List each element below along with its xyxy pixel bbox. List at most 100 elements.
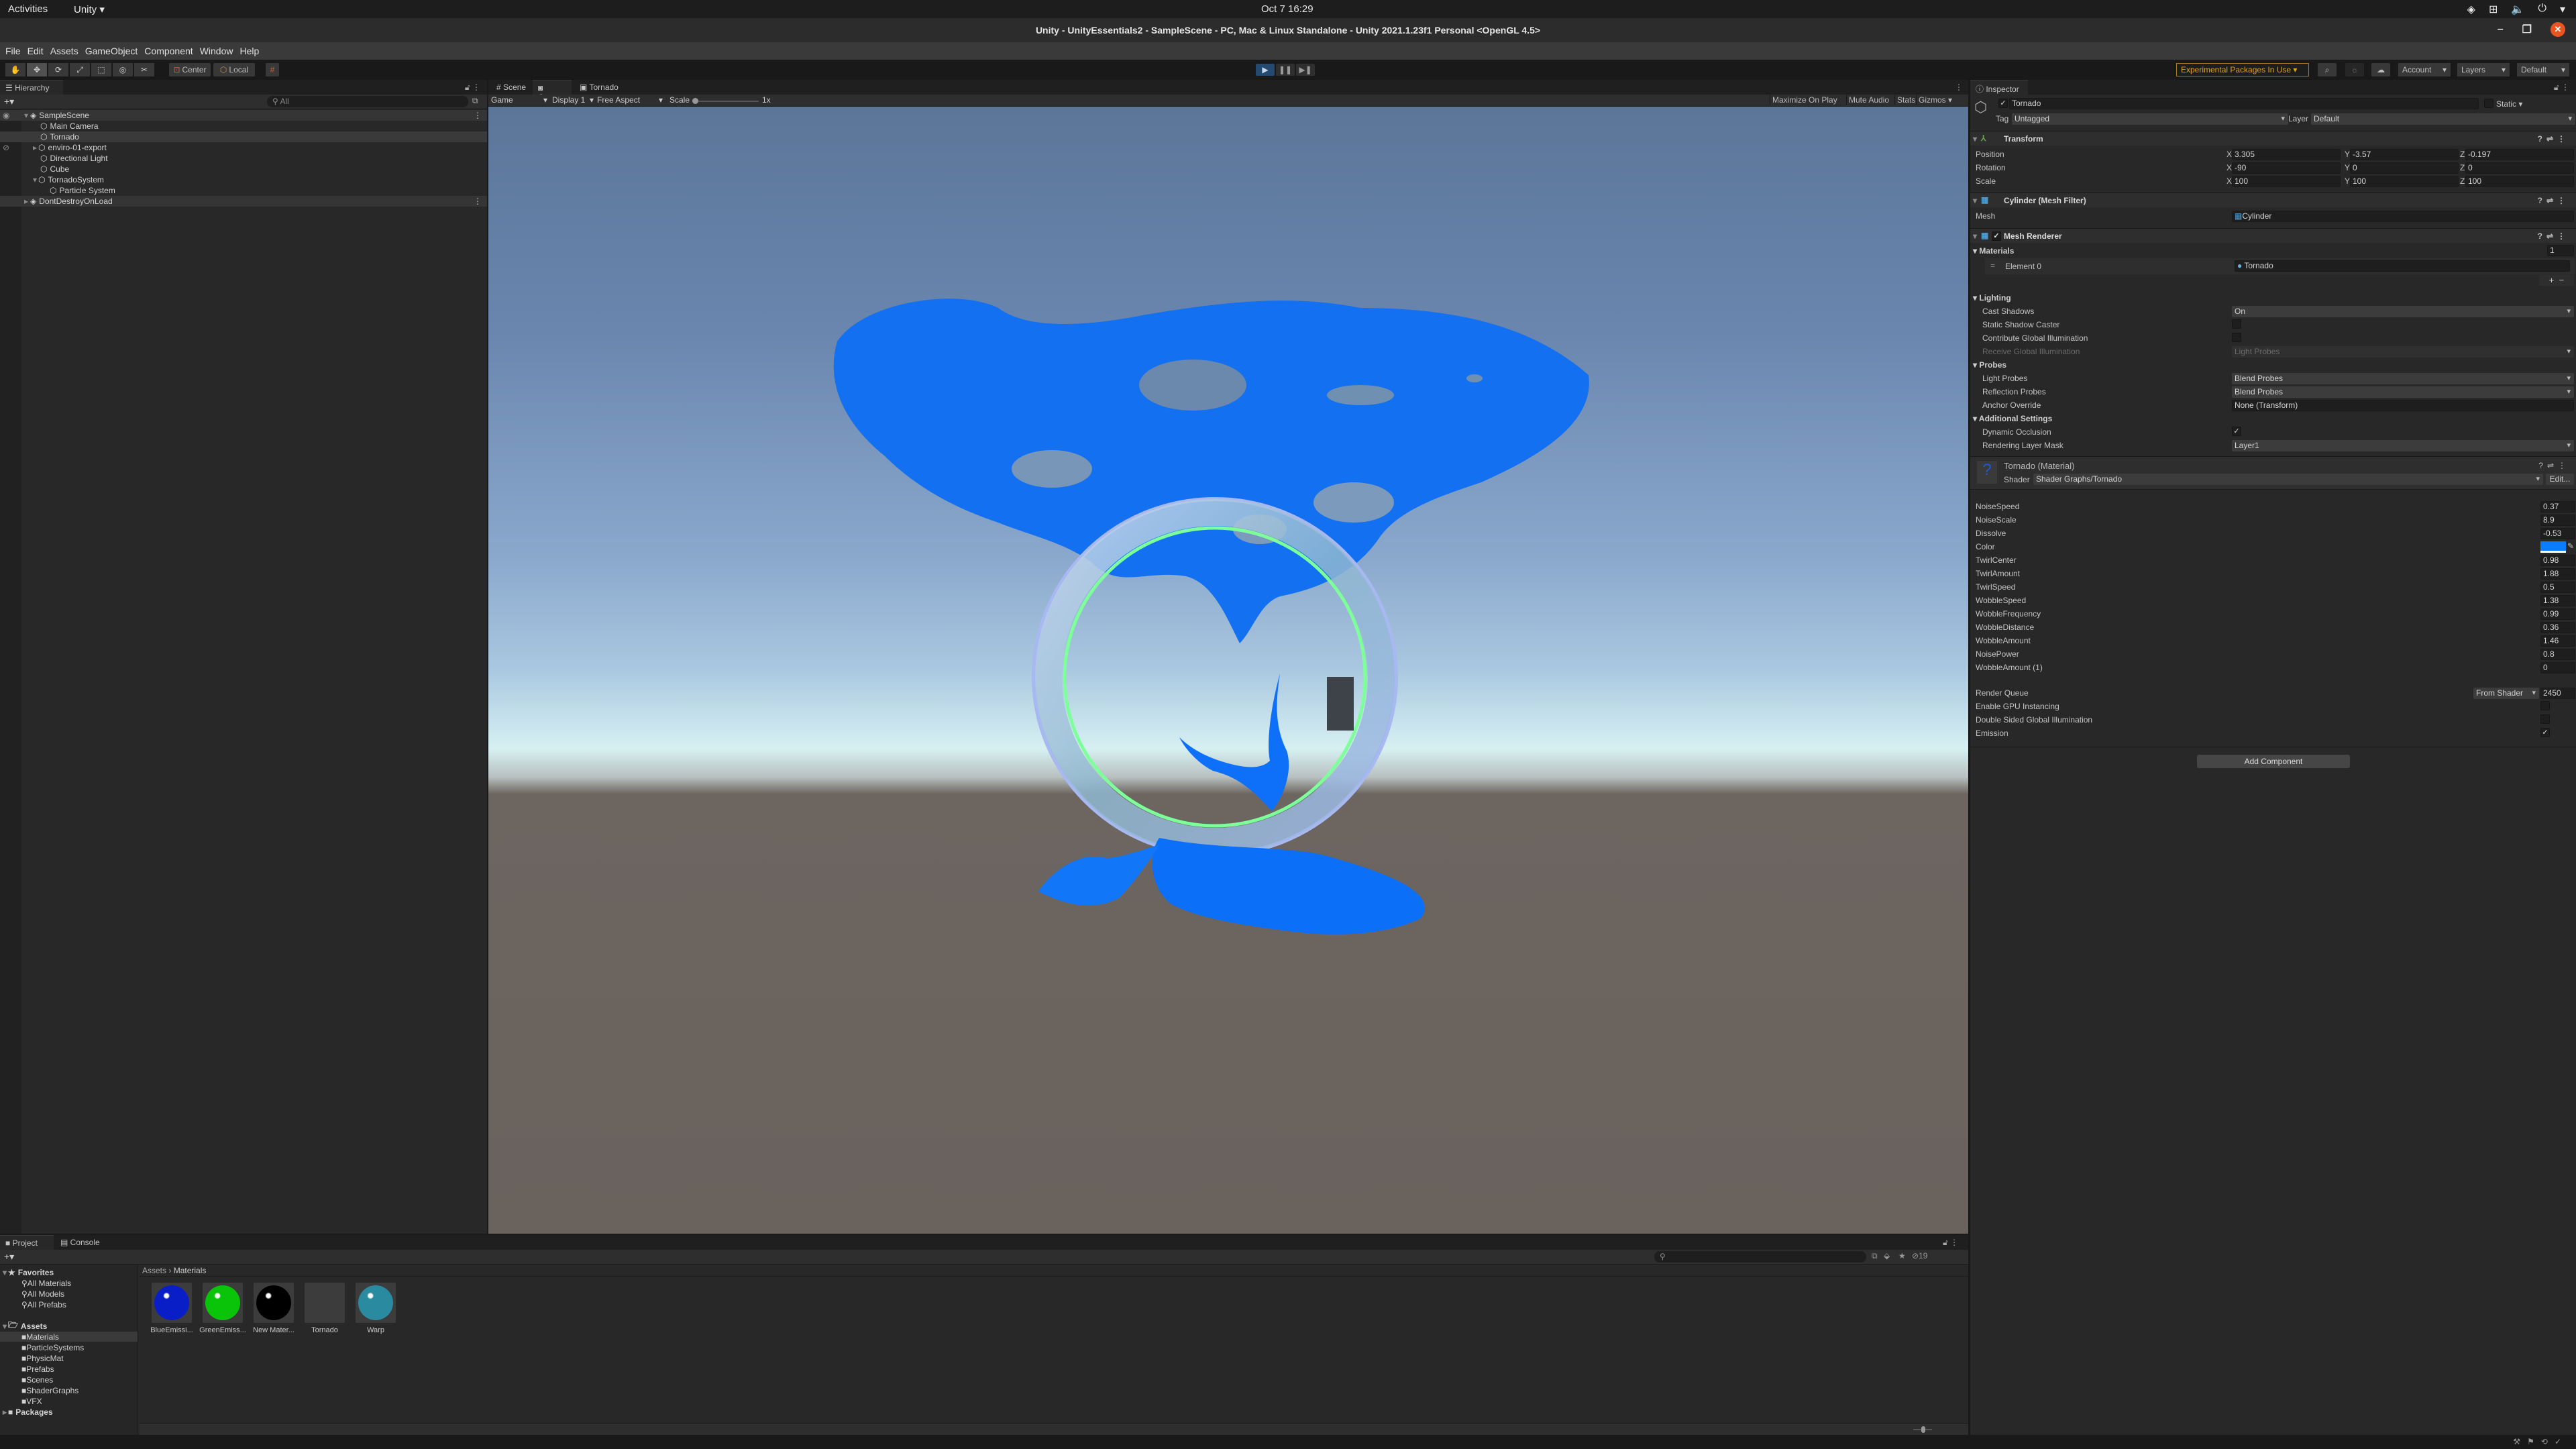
- menu-assets[interactable]: Assets: [49, 46, 84, 56]
- object-name-field[interactable]: Tornado: [2009, 98, 2479, 109]
- static-label[interactable]: Static ▾: [2496, 99, 2522, 109]
- material-property-field[interactable]: 0.37: [2540, 501, 2575, 513]
- layout-dropdown[interactable]: Default ▾: [2517, 63, 2569, 76]
- clock[interactable]: Oct 7 16:29: [1261, 3, 1313, 15]
- move-tool-icon[interactable]: ✥: [27, 63, 47, 76]
- material-property-field[interactable]: 0.5: [2540, 582, 2575, 593]
- rotate-tool-icon[interactable]: ⟳: [48, 63, 68, 76]
- folder-item[interactable]: ■ ParticleSystems: [0, 1342, 138, 1352]
- element0-field[interactable]: ● Tornado: [2235, 260, 2570, 272]
- collab-icon[interactable]: ☼: [2345, 63, 2364, 76]
- color-swatch[interactable]: [2540, 541, 2566, 553]
- hierarchy-item-dontdestroyonload[interactable]: ▸ ◈ DontDestroyOnLoad ⋮: [0, 196, 487, 207]
- add-component-button[interactable]: Add Component: [2197, 755, 2350, 768]
- active-checkbox[interactable]: ✓: [1998, 99, 2008, 108]
- pause-button[interactable]: ❚❚: [1276, 64, 1295, 76]
- play-button[interactable]: ▶: [1256, 64, 1275, 76]
- static-shadow-checkbox[interactable]: [2232, 319, 2241, 329]
- position-x-field[interactable]: 3.305: [2232, 149, 2341, 160]
- more-icon[interactable]: ⋮: [474, 197, 482, 206]
- aspect-dropdown[interactable]: Free Aspect ▾: [597, 95, 663, 105]
- gpu-instancing-checkbox[interactable]: [2540, 701, 2550, 710]
- cast-shadows-dropdown[interactable]: On: [2232, 306, 2574, 317]
- lock-icon[interactable]: 🔓︎ ⋮: [465, 83, 480, 93]
- filter-by-type-icon[interactable]: ⧉: [1872, 1251, 1878, 1261]
- expand-arrow-icon[interactable]: ▸: [33, 143, 37, 152]
- materials-count-field[interactable]: 1: [2547, 245, 2574, 256]
- reflection-probes-dropdown[interactable]: Blend Probes: [2232, 386, 2574, 398]
- lighting-section[interactable]: ▾ Lighting: [1973, 293, 2011, 303]
- more-icon[interactable]: ⋮: [1955, 83, 1963, 92]
- asset-thumbnail[interactable]: [305, 1283, 345, 1323]
- transform-tool-icon[interactable]: ◎: [113, 63, 133, 76]
- menu-gameobject[interactable]: GameObject: [84, 46, 144, 56]
- favorites-section[interactable]: ▾ ★ Favorites: [0, 1267, 138, 1277]
- asset-thumbnail[interactable]: [152, 1283, 192, 1323]
- filter-by-label-icon[interactable]: ⬙: [1884, 1251, 1890, 1260]
- material-property-field[interactable]: 0.8: [2540, 649, 2575, 660]
- dynamic-occlusion-checkbox[interactable]: ✓: [2232, 427, 2241, 436]
- folder-item[interactable]: ■ Scenes: [0, 1375, 138, 1385]
- create-button[interactable]: +▾: [4, 96, 14, 107]
- thumbnail-size-slider[interactable]: [1913, 1426, 1932, 1433]
- gizmos-toggle[interactable]: Gizmos ▾: [1916, 95, 1952, 105]
- hierarchy-item[interactable]: ⊘ ▸ ⬡ enviro-01-export: [0, 142, 487, 153]
- layer-dropdown[interactable]: Default: [2311, 113, 2575, 125]
- system-tray[interactable]: ◈ ⊞ 🔈 ⏻ ▾: [2467, 3, 2565, 16]
- stats-toggle[interactable]: Stats: [1894, 95, 1915, 105]
- expand-arrow-icon[interactable]: ▾: [1973, 196, 1977, 205]
- display-dropdown[interactable]: Display 1 ▾: [552, 95, 594, 105]
- rotation-y-field[interactable]: 0: [2350, 162, 2459, 174]
- favorite-item[interactable]: ⚲ All Models: [0, 1289, 138, 1299]
- hierarchy-item[interactable]: ⬡ Directional Light: [0, 153, 487, 164]
- expand-arrow-icon[interactable]: ▾: [24, 111, 28, 120]
- visibility-gutter[interactable]: [0, 109, 21, 1234]
- hierarchy-item[interactable]: ▾ ⬡ TornadoSystem: [0, 174, 487, 185]
- material-property-field[interactable]: 0: [2540, 662, 2575, 674]
- scale-tool-icon[interactable]: ⤢: [70, 63, 90, 76]
- close-button[interactable]: ✕: [2551, 22, 2565, 37]
- expand-arrow-icon[interactable]: ▸: [24, 197, 28, 206]
- chevron-down-icon[interactable]: ▾: [2560, 3, 2565, 16]
- favorite-item[interactable]: ⚲ All Materials: [0, 1278, 138, 1288]
- add-remove-element-buttons[interactable]: + −: [2539, 275, 2574, 286]
- expand-arrow-icon[interactable]: ▾: [33, 175, 37, 184]
- more-icon[interactable]: ⋮: [474, 111, 482, 120]
- hierarchy-item[interactable]: ⬡ Main Camera: [0, 121, 487, 131]
- project-search-input[interactable]: ⚲: [1654, 1251, 1866, 1263]
- tab-console[interactable]: ▤ Console: [55, 1235, 109, 1250]
- pivot-center-button[interactable]: ⊡ Center: [169, 63, 211, 76]
- tab-tornado[interactable]: ▣ Tornado: [574, 80, 625, 95]
- game-mode-dropdown[interactable]: Game ▾: [491, 95, 547, 105]
- rendering-layer-dropdown[interactable]: Layer1: [2232, 440, 2574, 451]
- expand-arrow-icon[interactable]: ▾: [1973, 231, 1977, 241]
- lock-icon[interactable]: 🔓︎ ⋮: [1943, 1238, 1958, 1248]
- hierarchy-item[interactable]: ⬡ Particle System: [0, 185, 487, 196]
- mesh-renderer-header[interactable]: ▾ ▦ ✓ Mesh Renderer ?⇌⋮: [1970, 228, 2576, 243]
- breadcrumb-assets[interactable]: Assets: [142, 1266, 166, 1275]
- double-sided-gi-checkbox[interactable]: [2540, 714, 2550, 724]
- folder-item[interactable]: ■ Prefabs: [0, 1364, 138, 1374]
- expand-arrow-icon[interactable]: ▾: [1973, 134, 1977, 144]
- drag-handle-icon[interactable]: =: [1990, 261, 1995, 270]
- status-icons[interactable]: ⚒⚑⟲✓: [2513, 1437, 2568, 1446]
- menu-help[interactable]: Help: [238, 46, 264, 56]
- cloud-icon[interactable]: ☁: [2371, 63, 2390, 76]
- app-menu[interactable]: Unity ▾: [74, 3, 105, 15]
- tab-inspector[interactable]: ⓘ Inspector: [1970, 80, 2028, 95]
- hidden-packages-toggle[interactable]: ⊘19: [1912, 1251, 1927, 1260]
- emission-checkbox[interactable]: ✓: [2540, 728, 2550, 737]
- breadcrumb-materials[interactable]: Materials: [174, 1266, 207, 1275]
- scale-x-field[interactable]: 100: [2232, 176, 2341, 187]
- asset-thumbnail[interactable]: [203, 1283, 243, 1323]
- transform-header[interactable]: ▾ ⅄ Transform ?⇌⋮: [1970, 131, 2576, 146]
- hidden-icon[interactable]: ⊘: [3, 143, 9, 152]
- favorite-item[interactable]: ⚲ All Prefabs: [0, 1299, 138, 1309]
- component-menu-icons[interactable]: ?⇌⋮: [2538, 461, 2570, 470]
- slider-thumb[interactable]: [1921, 1426, 1925, 1433]
- material-property-field[interactable]: -0.53: [2540, 528, 2575, 539]
- folder-item[interactable]: ■ ShaderGraphs: [0, 1385, 138, 1395]
- tab-project[interactable]: ■ Project: [0, 1235, 54, 1250]
- material-property-field[interactable]: 0.36: [2540, 622, 2575, 633]
- scale-z-field[interactable]: 100: [2465, 176, 2574, 187]
